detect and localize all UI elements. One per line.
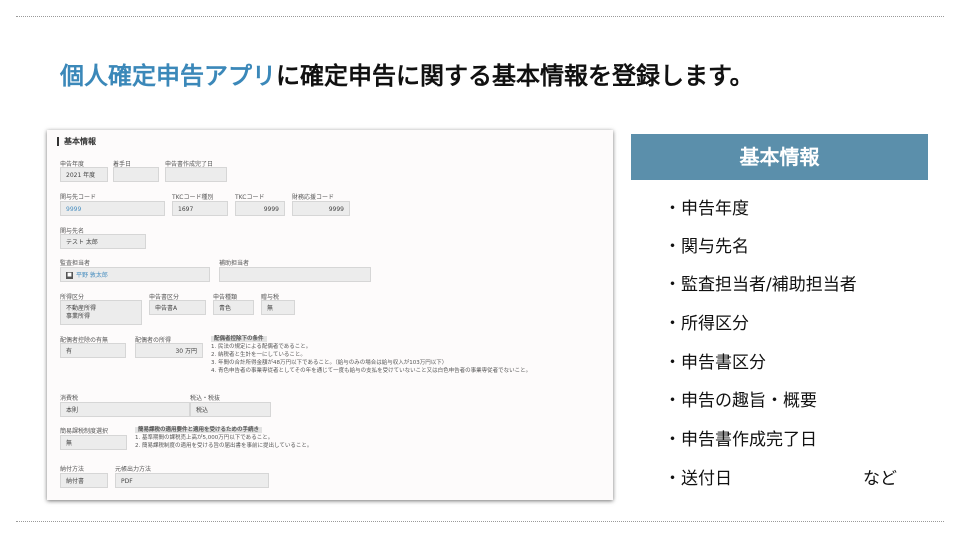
simplified-tax-heading: 簡易課税の適用要件と適用を受けるための手続き: [135, 427, 263, 433]
ledger-output-label: 元帳出力方法: [115, 466, 152, 473]
payment-method-label: 納付方法: [60, 466, 85, 473]
finance-code-label: 財務応援コード: [292, 194, 335, 201]
panel-item-form: ・申告書区分: [664, 353, 766, 373]
assistant-field[interactable]: [219, 267, 371, 282]
client-name-field[interactable]: テスト 太郎: [60, 234, 146, 249]
panel-item-year: ・申告年度: [664, 199, 749, 219]
spouse-condition-3: 3. 年間の合計所得金額が48万円以下であること。（給与のみの場合は給与収入が1…: [211, 360, 448, 366]
top-divider: [16, 16, 944, 17]
assistant-label: 補助担当者: [219, 260, 250, 267]
basic-info-panel: 基本情報 ・申告年度 ・関与先名 ・監査担当者/補助担当者 ・所得区分 ・申告書…: [631, 134, 928, 500]
filing-kind-field[interactable]: 青色: [213, 300, 254, 315]
client-code-label: 関与先コード: [60, 194, 97, 201]
spouse-condition-1: 1. 民法の規定による配偶者であること。: [211, 344, 312, 350]
simplified-tax-req-2: 2. 簡易課税制度の適用を受ける旨の届出書を事前に提出していること。: [135, 443, 313, 449]
spouse-condition-2: 2. 納税者と生計を一にしていること。: [211, 352, 306, 358]
panel-item-purpose: ・申告の趣旨・概要: [664, 391, 817, 411]
year-field[interactable]: 2021 年度: [60, 167, 108, 182]
panel-item-completion: ・申告書作成完了日: [664, 430, 817, 450]
section-title: 基本情報: [57, 137, 96, 146]
spouse-conditions-heading: 配偶者控除下の条件: [211, 336, 267, 342]
spouse-condition-4: 4. 青色申告者の事業専従者としてその年を通じて一度も給与の支払を受けていないこ…: [211, 368, 532, 374]
ledger-output-field[interactable]: PDF: [115, 473, 269, 488]
spouse-income-field[interactable]: 30 万円: [135, 343, 203, 358]
start-date-field[interactable]: [113, 167, 159, 182]
tkc-code-field[interactable]: 9999: [235, 201, 285, 216]
auditor-name: 平野 敦太郎: [76, 272, 108, 279]
simplified-tax-label: 簡易課税制度選択: [60, 428, 109, 435]
headline-rest: に確定申告に関する基本情報を登録します。: [276, 62, 754, 90]
client-code-field[interactable]: 9999: [60, 201, 165, 216]
headline-accent: 個人確定申告アプリ: [60, 62, 276, 90]
user-icon: ■: [66, 272, 73, 279]
auditor-field[interactable]: ■ 平野 敦太郎: [60, 267, 210, 282]
finance-code-field[interactable]: 9999: [292, 201, 350, 216]
tkc-code-label: TKCコード: [235, 194, 265, 201]
simplified-tax-field[interactable]: 無: [60, 435, 127, 450]
income-type-field[interactable]: 不動産所得 事業所得: [60, 300, 142, 325]
tax-inclusion-field[interactable]: 税込: [190, 402, 271, 417]
income-type-2: 事業所得: [66, 313, 91, 320]
panel-item-staff: ・監査担当者/補助担当者: [664, 275, 857, 295]
completion-date-field[interactable]: [165, 167, 227, 182]
simplified-tax-req-1: 1. 基準期間の課税売上高が5,000万円以下であること。: [135, 435, 274, 441]
auditor-label: 監査担当者: [60, 260, 91, 267]
gift-tax-field[interactable]: 無: [261, 300, 295, 315]
spouse-deduction-field[interactable]: 有: [60, 343, 126, 358]
tax-inclusion-label: 税込・税抜: [190, 395, 221, 402]
spouse-conditions-note: 配偶者控除下の条件 1. 民法の規定による配偶者であること。 2. 納税者と生計…: [211, 335, 531, 375]
tkc-type-field[interactable]: 1697: [172, 201, 228, 216]
panel-title: 基本情報: [631, 134, 928, 180]
bottom-divider: [16, 521, 944, 522]
consumption-tax-field[interactable]: 本則: [60, 402, 190, 417]
tkc-type-label: TKCコード種別: [172, 194, 214, 201]
panel-item-client: ・関与先名: [664, 237, 749, 257]
income-type-1: 不動産所得: [66, 305, 97, 312]
panel-etc: など: [863, 469, 897, 489]
form-type-field[interactable]: 申告書A: [149, 300, 206, 315]
form-screenshot: 基本情報 申告年度 2021 年度 着手日 申告書作成完了日 関与先コード 99…: [47, 130, 613, 500]
panel-item-send-date: ・送付日: [664, 469, 732, 489]
payment-method-field[interactable]: 納付書: [60, 473, 108, 488]
panel-item-income: ・所得区分: [664, 314, 749, 334]
page-headline: 個人確定申告アプリに確定申告に関する基本情報を登録します。: [60, 56, 754, 91]
simplified-tax-note: 簡易課税の適用要件と適用を受けるための手続き 1. 基準期間の課税売上高が5,0…: [135, 426, 312, 450]
consumption-tax-label: 消費税: [60, 395, 79, 402]
